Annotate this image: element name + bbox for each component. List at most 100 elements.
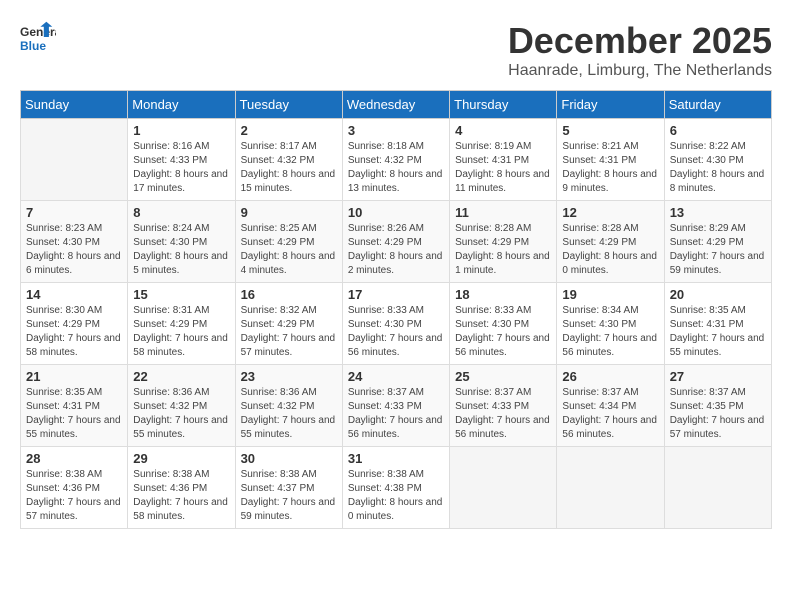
header-day-saturday: Saturday bbox=[664, 91, 771, 119]
header-row: SundayMondayTuesdayWednesdayThursdayFrid… bbox=[21, 91, 772, 119]
calendar-cell: 24 Sunrise: 8:37 AMSunset: 4:33 PMDaylig… bbox=[342, 365, 449, 447]
header-day-friday: Friday bbox=[557, 91, 664, 119]
page-header: General Blue December 2025 Haanrade, Lim… bbox=[20, 20, 772, 80]
day-info: Sunrise: 8:36 AMSunset: 4:32 PMDaylight:… bbox=[133, 386, 229, 442]
day-info: Sunrise: 8:26 AMSunset: 4:29 PMDaylight:… bbox=[348, 222, 444, 278]
day-info: Sunrise: 8:37 AMSunset: 4:33 PMDaylight:… bbox=[455, 386, 551, 442]
day-number: 27 bbox=[670, 369, 766, 384]
calendar-cell: 13 Sunrise: 8:29 AMSunset: 4:29 PMDaylig… bbox=[664, 201, 771, 283]
calendar-cell: 7 Sunrise: 8:23 AMSunset: 4:30 PMDayligh… bbox=[21, 201, 128, 283]
day-number: 31 bbox=[348, 451, 444, 466]
day-info: Sunrise: 8:17 AMSunset: 4:32 PMDaylight:… bbox=[241, 140, 337, 196]
day-number: 23 bbox=[241, 369, 337, 384]
day-info: Sunrise: 8:37 AMSunset: 4:35 PMDaylight:… bbox=[670, 386, 766, 442]
day-number: 2 bbox=[241, 123, 337, 138]
week-row-2: 7 Sunrise: 8:23 AMSunset: 4:30 PMDayligh… bbox=[21, 201, 772, 283]
title-section: December 2025 Haanrade, Limburg, The Net… bbox=[508, 20, 772, 80]
header-day-wednesday: Wednesday bbox=[342, 91, 449, 119]
day-number: 3 bbox=[348, 123, 444, 138]
day-number: 21 bbox=[26, 369, 122, 384]
day-info: Sunrise: 8:38 AMSunset: 4:36 PMDaylight:… bbox=[26, 468, 122, 524]
day-number: 8 bbox=[133, 205, 229, 220]
week-row-3: 14 Sunrise: 8:30 AMSunset: 4:29 PMDaylig… bbox=[21, 283, 772, 365]
svg-text:General: General bbox=[20, 25, 56, 39]
day-info: Sunrise: 8:30 AMSunset: 4:29 PMDaylight:… bbox=[26, 304, 122, 360]
day-info: Sunrise: 8:21 AMSunset: 4:31 PMDaylight:… bbox=[562, 140, 658, 196]
calendar-cell: 21 Sunrise: 8:35 AMSunset: 4:31 PMDaylig… bbox=[21, 365, 128, 447]
day-number: 20 bbox=[670, 287, 766, 302]
week-row-4: 21 Sunrise: 8:35 AMSunset: 4:31 PMDaylig… bbox=[21, 365, 772, 447]
day-number: 13 bbox=[670, 205, 766, 220]
calendar-cell: 1 Sunrise: 8:16 AMSunset: 4:33 PMDayligh… bbox=[128, 119, 235, 201]
day-info: Sunrise: 8:28 AMSunset: 4:29 PMDaylight:… bbox=[455, 222, 551, 278]
day-number: 4 bbox=[455, 123, 551, 138]
day-info: Sunrise: 8:33 AMSunset: 4:30 PMDaylight:… bbox=[455, 304, 551, 360]
calendar-cell: 14 Sunrise: 8:30 AMSunset: 4:29 PMDaylig… bbox=[21, 283, 128, 365]
day-number: 9 bbox=[241, 205, 337, 220]
svg-text:Blue: Blue bbox=[20, 39, 46, 53]
calendar-cell: 28 Sunrise: 8:38 AMSunset: 4:36 PMDaylig… bbox=[21, 447, 128, 529]
calendar-cell: 8 Sunrise: 8:24 AMSunset: 4:30 PMDayligh… bbox=[128, 201, 235, 283]
day-number: 12 bbox=[562, 205, 658, 220]
day-number: 11 bbox=[455, 205, 551, 220]
calendar-cell: 25 Sunrise: 8:37 AMSunset: 4:33 PMDaylig… bbox=[450, 365, 557, 447]
day-number: 29 bbox=[133, 451, 229, 466]
calendar-cell: 6 Sunrise: 8:22 AMSunset: 4:30 PMDayligh… bbox=[664, 119, 771, 201]
day-number: 30 bbox=[241, 451, 337, 466]
day-number: 26 bbox=[562, 369, 658, 384]
calendar-cell: 30 Sunrise: 8:38 AMSunset: 4:37 PMDaylig… bbox=[235, 447, 342, 529]
calendar-cell: 19 Sunrise: 8:34 AMSunset: 4:30 PMDaylig… bbox=[557, 283, 664, 365]
day-info: Sunrise: 8:38 AMSunset: 4:38 PMDaylight:… bbox=[348, 468, 444, 524]
day-info: Sunrise: 8:37 AMSunset: 4:33 PMDaylight:… bbox=[348, 386, 444, 442]
week-row-1: 1 Sunrise: 8:16 AMSunset: 4:33 PMDayligh… bbox=[21, 119, 772, 201]
day-number: 6 bbox=[670, 123, 766, 138]
header-day-tuesday: Tuesday bbox=[235, 91, 342, 119]
day-info: Sunrise: 8:38 AMSunset: 4:37 PMDaylight:… bbox=[241, 468, 337, 524]
calendar-cell: 10 Sunrise: 8:26 AMSunset: 4:29 PMDaylig… bbox=[342, 201, 449, 283]
calendar-cell bbox=[21, 119, 128, 201]
day-info: Sunrise: 8:33 AMSunset: 4:30 PMDaylight:… bbox=[348, 304, 444, 360]
day-info: Sunrise: 8:35 AMSunset: 4:31 PMDaylight:… bbox=[26, 386, 122, 442]
calendar-cell: 20 Sunrise: 8:35 AMSunset: 4:31 PMDaylig… bbox=[664, 283, 771, 365]
calendar-cell bbox=[450, 447, 557, 529]
day-number: 17 bbox=[348, 287, 444, 302]
day-info: Sunrise: 8:16 AMSunset: 4:33 PMDaylight:… bbox=[133, 140, 229, 196]
calendar-cell: 17 Sunrise: 8:33 AMSunset: 4:30 PMDaylig… bbox=[342, 283, 449, 365]
logo: General Blue bbox=[20, 20, 56, 56]
day-number: 5 bbox=[562, 123, 658, 138]
day-info: Sunrise: 8:22 AMSunset: 4:30 PMDaylight:… bbox=[670, 140, 766, 196]
calendar-cell: 16 Sunrise: 8:32 AMSunset: 4:29 PMDaylig… bbox=[235, 283, 342, 365]
day-info: Sunrise: 8:31 AMSunset: 4:29 PMDaylight:… bbox=[133, 304, 229, 360]
calendar-cell: 12 Sunrise: 8:28 AMSunset: 4:29 PMDaylig… bbox=[557, 201, 664, 283]
calendar-cell: 15 Sunrise: 8:31 AMSunset: 4:29 PMDaylig… bbox=[128, 283, 235, 365]
day-info: Sunrise: 8:24 AMSunset: 4:30 PMDaylight:… bbox=[133, 222, 229, 278]
day-number: 10 bbox=[348, 205, 444, 220]
header-day-monday: Monday bbox=[128, 91, 235, 119]
day-info: Sunrise: 8:28 AMSunset: 4:29 PMDaylight:… bbox=[562, 222, 658, 278]
calendar-cell: 3 Sunrise: 8:18 AMSunset: 4:32 PMDayligh… bbox=[342, 119, 449, 201]
day-number: 15 bbox=[133, 287, 229, 302]
day-number: 19 bbox=[562, 287, 658, 302]
day-info: Sunrise: 8:25 AMSunset: 4:29 PMDaylight:… bbox=[241, 222, 337, 278]
header-day-thursday: Thursday bbox=[450, 91, 557, 119]
day-number: 22 bbox=[133, 369, 229, 384]
day-info: Sunrise: 8:34 AMSunset: 4:30 PMDaylight:… bbox=[562, 304, 658, 360]
day-number: 14 bbox=[26, 287, 122, 302]
calendar-cell: 23 Sunrise: 8:36 AMSunset: 4:32 PMDaylig… bbox=[235, 365, 342, 447]
week-row-5: 28 Sunrise: 8:38 AMSunset: 4:36 PMDaylig… bbox=[21, 447, 772, 529]
day-info: Sunrise: 8:18 AMSunset: 4:32 PMDaylight:… bbox=[348, 140, 444, 196]
day-number: 25 bbox=[455, 369, 551, 384]
header-day-sunday: Sunday bbox=[21, 91, 128, 119]
calendar-cell: 31 Sunrise: 8:38 AMSunset: 4:38 PMDaylig… bbox=[342, 447, 449, 529]
month-title: December 2025 bbox=[508, 20, 772, 62]
day-info: Sunrise: 8:38 AMSunset: 4:36 PMDaylight:… bbox=[133, 468, 229, 524]
calendar-cell bbox=[557, 447, 664, 529]
day-info: Sunrise: 8:32 AMSunset: 4:29 PMDaylight:… bbox=[241, 304, 337, 360]
calendar-cell: 9 Sunrise: 8:25 AMSunset: 4:29 PMDayligh… bbox=[235, 201, 342, 283]
calendar-cell: 2 Sunrise: 8:17 AMSunset: 4:32 PMDayligh… bbox=[235, 119, 342, 201]
calendar-cell bbox=[664, 447, 771, 529]
calendar-cell: 11 Sunrise: 8:28 AMSunset: 4:29 PMDaylig… bbox=[450, 201, 557, 283]
day-info: Sunrise: 8:29 AMSunset: 4:29 PMDaylight:… bbox=[670, 222, 766, 278]
calendar-cell: 5 Sunrise: 8:21 AMSunset: 4:31 PMDayligh… bbox=[557, 119, 664, 201]
day-number: 28 bbox=[26, 451, 122, 466]
